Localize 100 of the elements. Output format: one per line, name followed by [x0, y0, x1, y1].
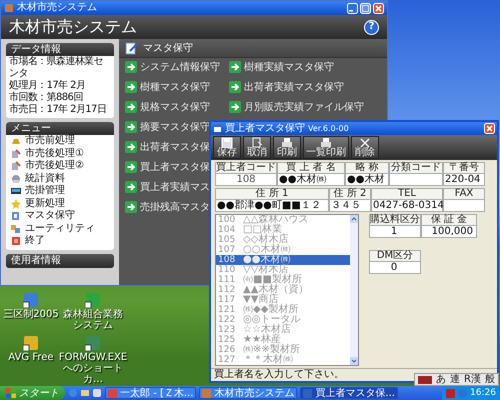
shortcut-icon[interactable] — [85, 292, 101, 308]
input-field[interactable]: 1 — [369, 226, 421, 238]
menu-link-label[interactable]: 出荷者マスタ保 — [140, 140, 210, 154]
minimize-icon[interactable] — [347, 2, 358, 14]
field-label: 保 証 金 — [421, 214, 477, 226]
start-button[interactable]: スタート — [0, 386, 65, 400]
menu-item[interactable]: マスタ保守 — [6, 210, 114, 222]
menu-item-label[interactable]: 終了 — [25, 235, 45, 248]
menu-item[interactable]: 更新処理 — [6, 198, 114, 210]
arrow-icon — [125, 61, 137, 73]
menu-item-label[interactable]: 市売前処理 — [25, 135, 75, 148]
card-heading: データ情報 — [6, 43, 114, 56]
icon-label[interactable]: 森林組合業務システム — [60, 309, 126, 331]
menu-link-label[interactable]: 樹種マスタ保守 — [140, 80, 210, 94]
shortcut-icon[interactable] — [23, 292, 39, 308]
input-field[interactable] — [443, 200, 485, 212]
input-field[interactable]: 0 — [369, 262, 421, 274]
toolbar-button[interactable]: 削除 — [351, 136, 379, 159]
scroll-down-icon[interactable] — [350, 357, 358, 365]
input-field[interactable]: 0427-68-0314 — [371, 200, 443, 212]
menu-link-label[interactable]: 買上者実績マス — [140, 180, 210, 194]
close-icon[interactable] — [484, 123, 495, 134]
field-label: 分類コード — [389, 162, 443, 174]
arrow-icon — [229, 81, 241, 93]
desktop-icon[interactable] — [92, 388, 102, 398]
menu-link[interactable]: 摘要マスタ保守 — [125, 120, 210, 134]
menu-item-label[interactable]: ユーティリティ — [25, 222, 95, 235]
taskbar-button[interactable]: 木材市売システム — [199, 387, 298, 399]
field-label: DM区分 — [369, 250, 421, 262]
toolbar-button[interactable]: 一覧印刷 — [303, 136, 349, 159]
field-label: 略 称 — [345, 162, 389, 174]
close-icon[interactable] — [373, 2, 384, 14]
menu-item[interactable]: ユーティリティ — [6, 222, 114, 235]
toolbar-button[interactable]: 保存 — [213, 136, 241, 159]
shortcut-icon[interactable] — [85, 335, 101, 351]
toolbar-button[interactable]: 印刷 — [273, 136, 301, 159]
folder-icon[interactable] — [80, 388, 90, 398]
menu-item-label[interactable]: 市売後処理① — [25, 148, 84, 160]
input-field[interactable]: ●●木材㈱ — [277, 174, 345, 186]
field-label: 住 所 1 — [215, 188, 329, 200]
menu-item[interactable]: 売掛管理 — [6, 185, 114, 198]
menu-item[interactable]: 市売後処理① — [6, 148, 114, 160]
menu-item[interactable]: 市売後処理② — [6, 160, 114, 172]
menu-link[interactable]: 規格マスタ保守 — [125, 100, 210, 114]
input-field[interactable]: ３４５ — [329, 200, 371, 212]
menu-link-label[interactable]: 摘要マスタ保守 — [140, 120, 210, 134]
info-text: 市場名：県森連林業センタ — [8, 56, 104, 80]
menu-item-label[interactable]: 売掛管理 — [25, 185, 65, 198]
menu-link-label[interactable]: 買上者マスタ保 — [140, 160, 210, 174]
help-button[interactable]: ? — [364, 20, 379, 34]
menu-item-label[interactable]: マスタ保守 — [25, 210, 75, 222]
icon-label[interactable]: AVG Free — [8, 352, 54, 363]
menu-link-label[interactable]: 売掛残高マスタ — [140, 200, 210, 214]
menu-item[interactable]: 統計資料 — [6, 172, 114, 185]
menu-link[interactable]: 買上者マスタ保 — [125, 160, 210, 174]
input-field[interactable]: ●●木材 — [345, 174, 389, 186]
toolbar-button[interactable]: 取消 — [243, 136, 271, 159]
scrollbar[interactable] — [350, 215, 358, 365]
arrow-icon — [125, 161, 137, 173]
menu-item-label[interactable]: 更新処理 — [25, 198, 65, 210]
taskbar-button[interactable]: 一太郎 - [Ｚ木... — [105, 387, 196, 399]
window-title: 木材市売システム — [17, 2, 98, 14]
input-field[interactable]: 108 — [215, 174, 277, 186]
document-icon — [250, 137, 264, 148]
close-icon — [358, 137, 372, 148]
list-box[interactable]: 100 △△森林ハウス 104 □□林業 105 ◇◇材木店 107 ○○木材㈱ 108 ●●木材㈱ 110 ▽▽材木店 111 ㈲■■製材所 112 ▲▲木材（資） 117 ▼▼商店 121 ㈱◆◆製材所 122 ◎◎トータル 123 ☆☆木材店 125 ★★林産 126 ㈱※※製材所 127 ＊＊木材㈱ — [215, 214, 359, 366]
shortcut-icon[interactable] — [23, 335, 39, 351]
menu-item-icon — [10, 148, 22, 160]
menu-item-label[interactable]: 市売後処理② — [25, 160, 84, 172]
input-field[interactable] — [389, 174, 443, 186]
printer-icon — [280, 137, 294, 148]
taskbar-button[interactable]: 買上者マスタ保... — [300, 387, 398, 399]
scroll-up-icon[interactable] — [350, 215, 358, 223]
user-info-button[interactable]: 使用者情報 — [6, 254, 114, 268]
icon-label[interactable]: 三区制2005 — [3, 309, 59, 320]
list-item[interactable]: 108 ●●木材㈱ — [216, 255, 350, 265]
menu-link-label[interactable]: システム情報保守 — [140, 60, 220, 74]
menu-item-icon — [10, 172, 22, 185]
icon-label[interactable]: FORMGW.EXE へのショートカ… — [58, 352, 128, 385]
menu-link[interactable]: 売掛残高マスタ — [125, 200, 210, 214]
menu-link[interactable]: 買上者実績マス — [125, 180, 210, 194]
menu-item[interactable]: 終了 — [6, 235, 114, 248]
clock[interactable]: 16:26 — [470, 388, 496, 398]
input-field[interactable]: 220-04 — [443, 174, 485, 186]
menu-link[interactable]: 出荷者マスタ保 — [125, 140, 210, 154]
arrow-icon — [125, 101, 137, 113]
field-label: 住 所 2 — [329, 188, 371, 200]
arrow-icon — [125, 81, 137, 93]
field-label: 買上者コード — [215, 162, 277, 174]
input-field[interactable]: ●●郡津●●町■■１２ — [215, 200, 329, 212]
menu-item-label[interactable]: 統計資料 — [25, 172, 65, 185]
field-label: 〒番号 — [443, 162, 485, 174]
maximize-icon[interactable] — [360, 2, 371, 14]
menu-item-icon — [10, 222, 22, 235]
menu-link[interactable]: 樹種マスタ保守 — [125, 80, 210, 94]
menu-item-icon — [10, 198, 22, 210]
input-field[interactable]: 100,000 — [421, 226, 477, 238]
menu-link-label[interactable]: 規格マスタ保守 — [140, 100, 210, 114]
menu-link[interactable]: システム情報保守 — [125, 60, 220, 74]
menu-item[interactable]: 市売前処理 — [6, 135, 114, 148]
